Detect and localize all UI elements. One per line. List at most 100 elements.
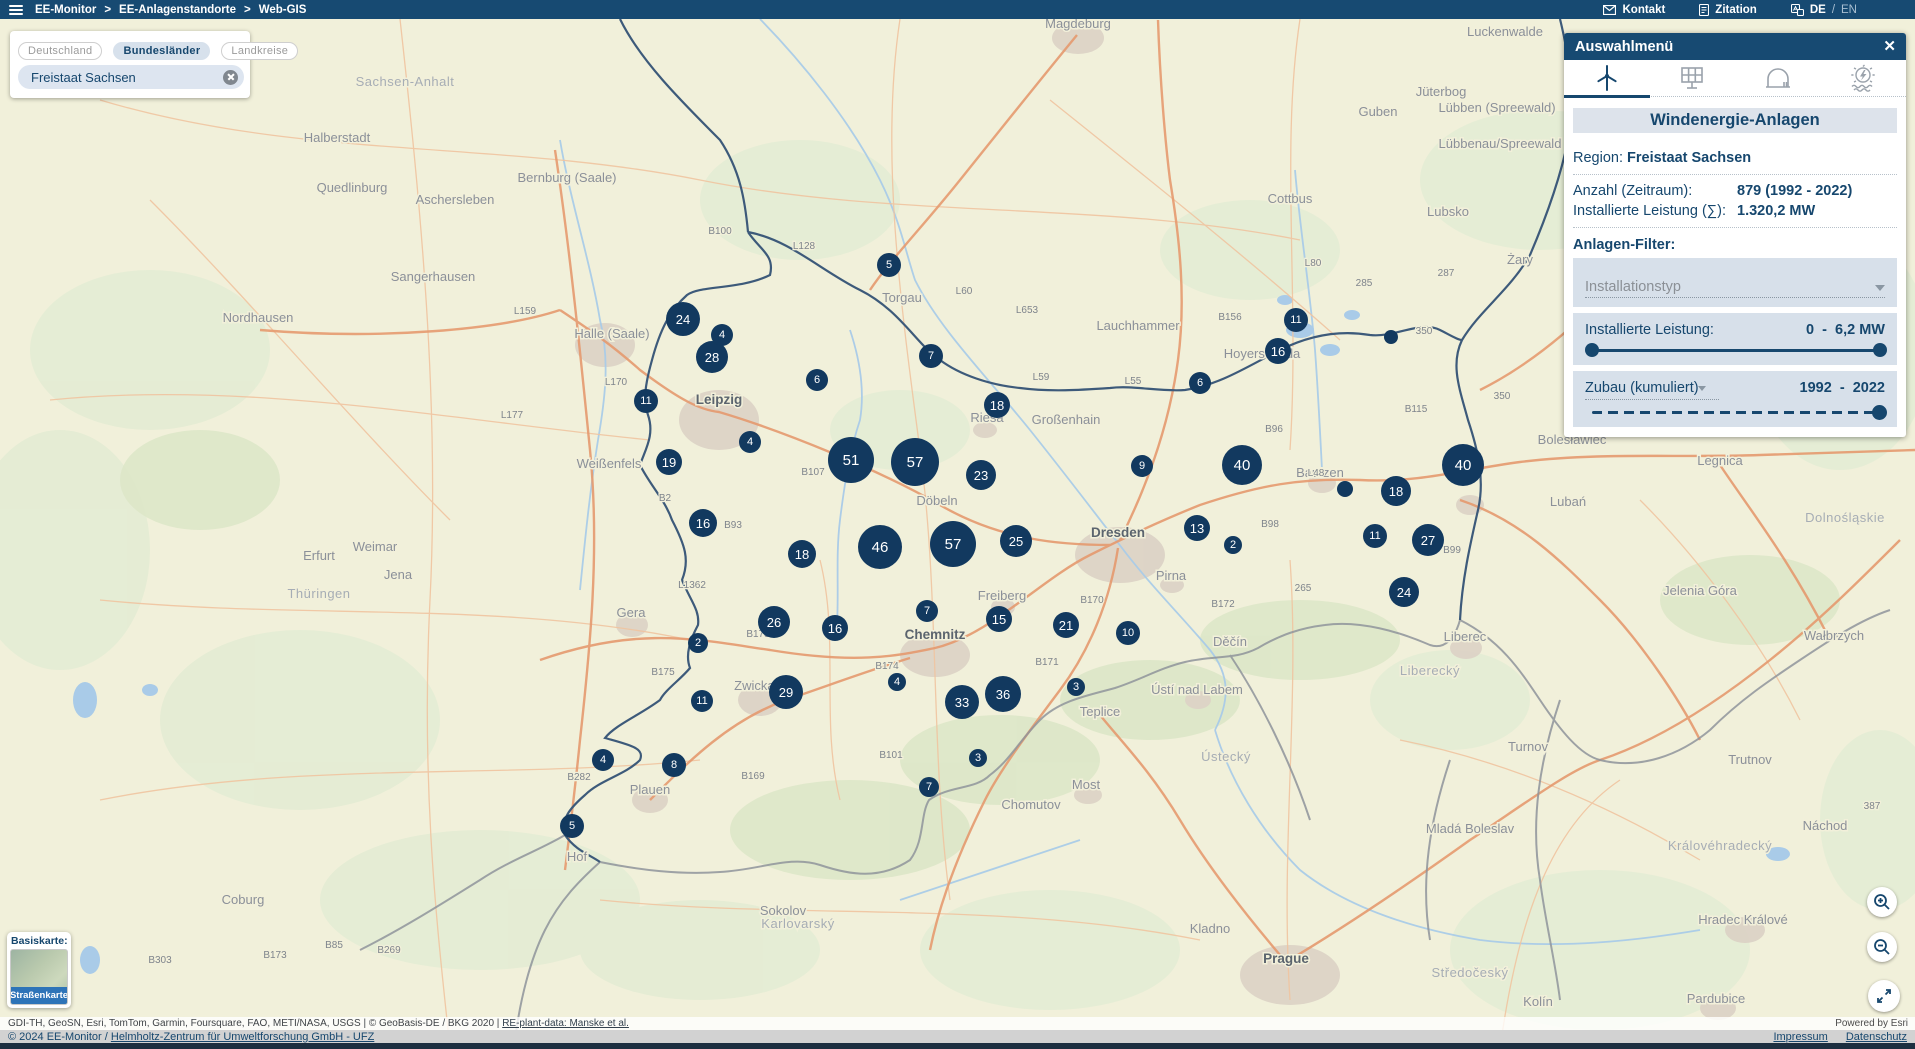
map-cluster[interactable]: 15 xyxy=(986,606,1012,632)
map-cluster[interactable]: 21 xyxy=(1053,612,1079,638)
map-cluster[interactable]: 11 xyxy=(691,690,713,712)
map-cluster[interactable]: 5 xyxy=(877,253,901,277)
ee-monitor-webgis: MagdeburgLuckenwaldeJüterbogSachsen-Anha… xyxy=(0,0,1915,1049)
map-cluster[interactable]: 16 xyxy=(822,615,848,641)
language-separator: / xyxy=(1832,4,1835,16)
map-cluster[interactable]: 51 xyxy=(828,437,874,483)
breadcrumb-anlagenstandorte[interactable]: EE-Anlagenstandorte xyxy=(119,4,236,16)
map-cluster[interactable]: 57 xyxy=(930,521,976,567)
map-cluster[interactable]: 18 xyxy=(1381,476,1411,506)
ufz-link[interactable]: Helmholtz-Zentrum für Umweltforschung Gm… xyxy=(111,1031,374,1043)
map-cluster[interactable]: 23 xyxy=(966,460,996,490)
installation-type-select[interactable]: Installationstyp xyxy=(1573,258,1897,307)
menu-icon[interactable] xyxy=(9,5,23,15)
map-cluster[interactable]: 46 xyxy=(858,525,902,569)
map-cluster[interactable]: 7 xyxy=(916,600,938,622)
tab-photovoltaik[interactable] xyxy=(1650,60,1736,96)
chevron-down-icon[interactable] xyxy=(1875,285,1885,291)
zoom-out-button[interactable] xyxy=(1867,932,1897,962)
breadcrumb-web-gis[interactable]: Web-GIS xyxy=(259,4,307,16)
selection-menu-panel: Auswahlmenü ✕ xyxy=(1564,33,1906,437)
mail-icon xyxy=(1603,5,1616,15)
power-slider-handle-min[interactable] xyxy=(1585,343,1599,357)
citation-link[interactable]: Zitation xyxy=(1699,4,1757,16)
top-navigation-bar: EE-Monitor > EE-Anlagenstandorte > Web-G… xyxy=(0,0,1915,19)
hydro-power-icon xyxy=(1848,63,1878,93)
biogas-dome-icon xyxy=(1763,63,1793,93)
clear-search-icon[interactable] xyxy=(223,70,238,85)
attribution-data-link[interactable]: RE-plant-data: Manske et al. xyxy=(502,1018,629,1029)
map-cluster[interactable]: 36 xyxy=(985,676,1021,712)
region-search-input[interactable] xyxy=(18,70,223,85)
map-cluster[interactable]: 27 xyxy=(1412,524,1444,556)
map-cluster[interactable]: 25 xyxy=(1000,525,1032,557)
map-cluster[interactable]: 4 xyxy=(888,673,906,691)
impressum-link[interactable]: Impressum xyxy=(1773,1031,1827,1043)
fullscreen-button[interactable] xyxy=(1868,980,1900,1012)
map-cluster[interactable]: 2 xyxy=(688,633,708,653)
map-cluster[interactable]: 40 xyxy=(1222,445,1262,485)
powered-by-esri: Powered by Esri xyxy=(1835,1018,1915,1029)
basemap-thumbnail[interactable]: Straßenkarte xyxy=(10,949,68,1005)
map-cluster[interactable]: 19 xyxy=(656,449,682,475)
map-cluster[interactable] xyxy=(1337,481,1353,497)
map-cluster[interactable]: 4 xyxy=(739,431,761,453)
tab-windenergie[interactable] xyxy=(1564,60,1650,96)
zoom-in-button[interactable] xyxy=(1867,887,1897,917)
language-switch[interactable]: DE / EN xyxy=(1791,4,1857,16)
tab-bioenergie[interactable] xyxy=(1735,60,1821,96)
map-cluster[interactable]: 3 xyxy=(969,749,987,767)
map-cluster[interactable]: 40 xyxy=(1442,444,1484,486)
map-cluster[interactable]: 5 xyxy=(560,814,584,838)
map-cluster[interactable]: 33 xyxy=(945,685,979,719)
map-cluster[interactable]: 29 xyxy=(769,675,803,709)
map-cluster[interactable]: 57 xyxy=(891,438,939,486)
map-attribution: GDI-TH, GeoSN, Esri, TomTom, Garmin, Fou… xyxy=(0,1017,1915,1030)
document-icon xyxy=(1699,4,1709,16)
power-filter-value: 0 - 6,2 MW xyxy=(1806,322,1885,338)
basemap-label: Basiskarte: xyxy=(7,932,71,947)
contact-link[interactable]: Kontakt xyxy=(1603,4,1665,16)
tab-landkreise[interactable]: Landkreise xyxy=(221,42,298,60)
map-cluster[interactable]: 7 xyxy=(919,777,939,797)
chevron-down-icon[interactable] xyxy=(1698,386,1706,391)
map-cluster[interactable]: 6 xyxy=(1189,372,1211,394)
map-cluster[interactable]: 2 xyxy=(1224,536,1242,554)
map-cluster[interactable]: 10 xyxy=(1116,621,1140,645)
breadcrumb-ee-monitor[interactable]: EE-Monitor xyxy=(35,4,96,16)
tab-bundeslaender[interactable]: Bundesländer xyxy=(113,42,210,60)
map-cluster[interactable]: 9 xyxy=(1131,455,1153,477)
map-cluster[interactable]: 16 xyxy=(689,509,717,537)
map-cluster[interactable]: 18 xyxy=(984,392,1010,418)
zoom-out-icon xyxy=(1872,937,1892,957)
map-cluster[interactable]: 26 xyxy=(758,606,790,638)
map-cluster[interactable] xyxy=(1384,330,1398,344)
panel-title: Auswahlmenü xyxy=(1564,39,1673,55)
tab-wasserkraft[interactable] xyxy=(1821,60,1907,96)
zubau-slider-track[interactable] xyxy=(1592,411,1877,414)
stat-row-leistung: Installierte Leistung (∑):1.320,2 MW xyxy=(1573,203,1897,219)
map-cluster[interactable]: 18 xyxy=(788,540,816,568)
map-cluster[interactable]: 11 xyxy=(1363,524,1387,548)
map-cluster[interactable]: 6 xyxy=(806,369,828,391)
map-cluster[interactable]: 8 xyxy=(662,753,686,777)
map-cluster[interactable]: 11 xyxy=(634,389,658,413)
map-cluster[interactable]: 24 xyxy=(1389,577,1419,607)
basemap-card: Basiskarte: Straßenkarte xyxy=(7,932,71,1008)
map-cluster[interactable]: 11 xyxy=(1284,308,1308,332)
power-slider-handle-max[interactable] xyxy=(1873,343,1887,357)
map-cluster[interactable]: 16 xyxy=(1265,338,1291,364)
map-cluster[interactable]: 24 xyxy=(666,302,700,336)
map-cluster[interactable]: 4 xyxy=(711,324,733,346)
datenschutz-link[interactable]: Datenschutz xyxy=(1846,1031,1907,1043)
map-cluster[interactable]: 7 xyxy=(919,344,943,368)
map-cluster[interactable]: 3 xyxy=(1067,678,1085,696)
power-slider-track[interactable] xyxy=(1592,349,1880,352)
tab-deutschland[interactable]: Deutschland xyxy=(18,42,102,60)
zubau-slider-handle[interactable] xyxy=(1872,405,1887,420)
close-icon[interactable]: ✕ xyxy=(1883,39,1896,54)
language-primary: DE xyxy=(1810,4,1826,16)
map-cluster[interactable]: 13 xyxy=(1184,515,1210,541)
map-cluster[interactable]: 4 xyxy=(592,749,614,771)
filter-heading: Anlagen-Filter: xyxy=(1573,237,1897,253)
